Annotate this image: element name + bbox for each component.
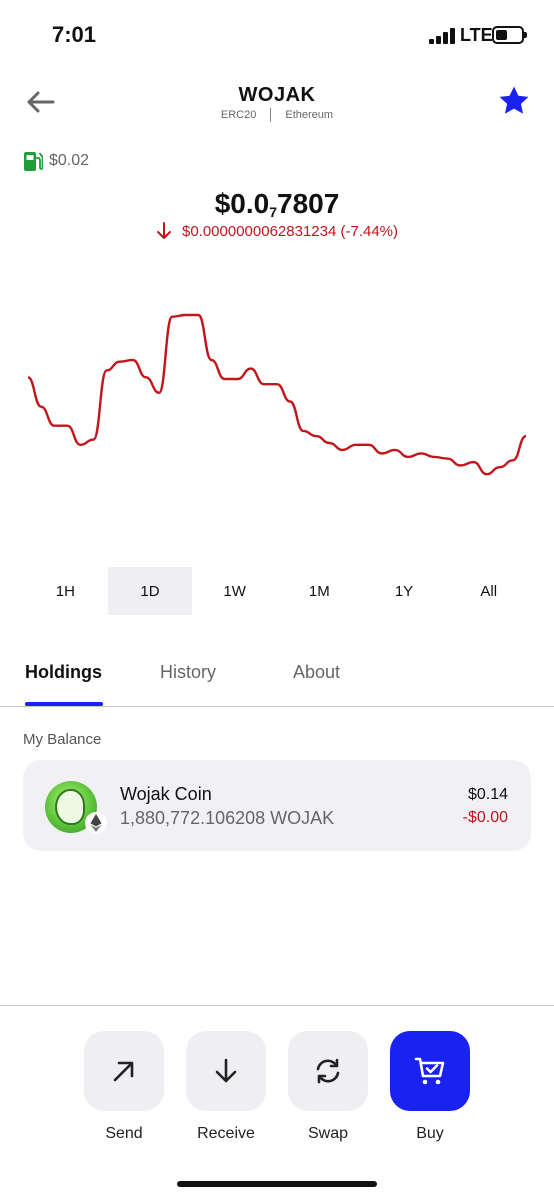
swap-action: Swap xyxy=(288,1031,368,1143)
tab-holdings[interactable]: Holdings xyxy=(25,662,102,683)
signal-icon xyxy=(429,28,455,44)
price-zero-count: 7 xyxy=(269,204,277,220)
wojak-face xyxy=(55,789,85,825)
arrow-down-icon xyxy=(215,1058,237,1083)
range-1w[interactable]: 1W xyxy=(192,567,277,615)
battery-level xyxy=(496,30,507,40)
holding-card[interactable]: Wojak Coin 1,880,772.106208 WOJAK $0.14 … xyxy=(23,760,531,851)
tab-history[interactable]: History xyxy=(160,662,216,683)
swap-icon xyxy=(316,1058,340,1084)
tab-bar: Holdings History About xyxy=(0,650,554,707)
price-line xyxy=(27,313,527,476)
price-prefix: $0.0 xyxy=(214,188,270,219)
tab-about[interactable]: About xyxy=(293,662,340,683)
favorite-button[interactable] xyxy=(497,84,531,118)
token-standard: ERC20 xyxy=(220,109,257,121)
range-all[interactable]: All xyxy=(446,567,531,615)
send-action: Send xyxy=(84,1031,164,1143)
coin-amount: 1,880,772.106208 WOJAK xyxy=(120,808,335,828)
cart-icon xyxy=(414,1057,445,1085)
time-range-selector: 1H 1D 1W 1M 1Y All xyxy=(23,567,531,615)
arrow-up-right-icon xyxy=(113,1061,134,1082)
home-indicator xyxy=(177,1181,377,1187)
swap-label: Swap xyxy=(307,1125,349,1142)
token-title: WOJAK xyxy=(238,84,316,106)
gas-pump-icon xyxy=(24,152,43,171)
ethereum-icon xyxy=(85,812,107,834)
network-label: LTE xyxy=(460,25,493,45)
token-network: Ethereum xyxy=(285,109,334,121)
battery-icon xyxy=(492,26,527,44)
receive-label: Receive xyxy=(197,1125,255,1142)
star-icon xyxy=(499,86,529,114)
send-label: Send xyxy=(105,1125,143,1142)
buy-label: Buy xyxy=(416,1125,444,1142)
status-bar: 7:01 LTE xyxy=(0,0,554,70)
range-1m[interactable]: 1M xyxy=(277,567,362,615)
coin-value: $0.14 xyxy=(467,786,508,803)
swap-button[interactable] xyxy=(288,1031,368,1111)
section-label: My Balance xyxy=(23,731,102,748)
send-button[interactable] xyxy=(84,1031,164,1111)
price-chart[interactable] xyxy=(0,270,554,530)
range-1d[interactable]: 1D xyxy=(107,567,193,615)
token-subtitle: ERC20 Ethereum xyxy=(0,108,554,122)
range-1h[interactable]: 1H xyxy=(23,567,108,615)
token-price: $0.077807 xyxy=(0,188,554,220)
receive-button[interactable] xyxy=(186,1031,266,1111)
range-1y[interactable]: 1Y xyxy=(362,567,447,615)
coin-name: Wojak Coin xyxy=(120,784,212,804)
action-bar: Send Receive Swap Buy xyxy=(0,1005,554,1200)
arrow-down-icon xyxy=(156,222,171,239)
buy-button[interactable] xyxy=(390,1031,470,1111)
tab-indicator xyxy=(25,702,103,706)
price-change: $0.0000000062831234 (-7.44%) xyxy=(0,222,554,240)
status-time: 7:01 xyxy=(52,22,97,47)
gas-fee: $0.02 xyxy=(23,150,89,172)
divider xyxy=(270,108,272,122)
price-change-text: $0.0000000062831234 (-7.44%) xyxy=(181,222,398,240)
receive-action: Receive xyxy=(186,1031,266,1143)
buy-action: Buy xyxy=(390,1031,470,1143)
price-digits: 7807 xyxy=(277,188,340,219)
gas-value: $0.02 xyxy=(49,152,90,169)
coin-change: -$0.00 xyxy=(462,809,508,826)
